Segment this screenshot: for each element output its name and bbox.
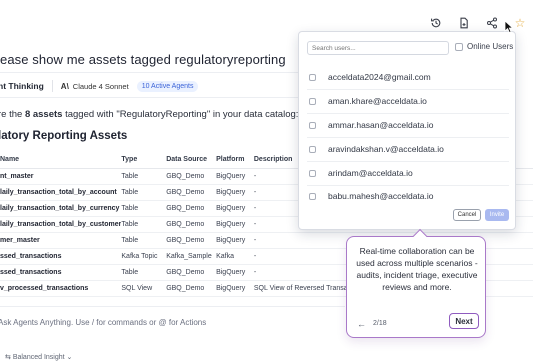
back-arrow-icon[interactable]: ← (357, 319, 366, 329)
cell-name[interactable]: mer_master (0, 232, 122, 249)
cell-platform: BigQuery (216, 216, 254, 233)
cell-platform: BigQuery (216, 168, 254, 185)
thinking-label: nt Thinking (0, 81, 44, 91)
mouse-cursor-icon (504, 20, 514, 34)
divider (0, 97, 300, 98)
online-users-checkbox[interactable] (455, 42, 463, 51)
mode-label: Balanced Insight (12, 354, 65, 361)
intro-count: 8 assets (24, 109, 63, 120)
divider (307, 137, 509, 138)
user-email: acceldata2024@gmail.com (328, 72, 431, 82)
cell-data-source: GBQ_Demo (166, 280, 217, 297)
cell-type: Table (121, 232, 167, 249)
user-option[interactable]: babu.mahesh@acceldata.io (309, 191, 434, 201)
user-option[interactable]: arindam@acceldata.io (309, 168, 413, 178)
user-checkbox[interactable] (309, 192, 316, 200)
section-title: latory Reporting Assets (0, 130, 128, 142)
document-export-icon[interactable] (457, 16, 471, 30)
cell-data-source: GBQ_Demo (166, 216, 217, 233)
invite-button[interactable]: Invite (485, 209, 509, 221)
user-checkbox[interactable] (309, 97, 316, 105)
divider (0, 72, 300, 73)
cell-platform: BigQuery (216, 184, 254, 201)
user-checkbox[interactable] (309, 169, 316, 177)
cell-name[interactable]: ssed_transactions (0, 248, 122, 265)
divider (307, 89, 509, 90)
user-checkbox[interactable] (309, 145, 316, 153)
col-header-name: Name (0, 152, 122, 169)
cell-platform: BigQuery (216, 232, 254, 249)
col-header-type: Type (121, 152, 167, 169)
cell-platform: Kafka (216, 248, 254, 265)
cell-type: Table (121, 168, 167, 185)
answer-intro: re the 8 assets tagged with "RegulatoryR… (0, 109, 298, 120)
user-question: lease show me assets tagged regulatoryre… (0, 52, 286, 67)
intro-prefix: re the (0, 109, 25, 120)
divider (307, 161, 509, 162)
share-users-panel: Online Users acceldata2024@gmail.com ama… (298, 31, 516, 230)
cell-name[interactable]: v_processed_transactions (0, 280, 122, 297)
cell-name[interactable]: laily_transaction_total_by_account (0, 184, 122, 201)
tour-step-counter: 2/18 (373, 320, 387, 327)
cell-name[interactable]: ssed_transactions (0, 264, 122, 281)
search-users-input[interactable] (307, 41, 449, 55)
user-option[interactable]: ammar.hasan@acceldata.io (309, 120, 434, 130)
user-checkbox[interactable] (309, 73, 316, 81)
cell-platform: BigQuery (216, 264, 254, 281)
cell-platform: BigQuery (216, 200, 254, 217)
cell-data-source: GBQ_Demo (166, 264, 217, 281)
mode-selector[interactable]: ⇆ Balanced Insight ⌄ (5, 353, 72, 361)
divider (307, 113, 509, 114)
user-option[interactable]: aravindakshan.v@acceldata.io (309, 144, 444, 154)
cell-name[interactable]: laily_transaction_total_by_customer (0, 216, 122, 233)
col-header-platform: Platform (216, 152, 254, 169)
agent-meta-row: nt Thinking A\ Claude 4 Sonnet 10 Active… (0, 80, 199, 92)
star-icon[interactable]: ☆ (513, 16, 527, 30)
cell-platform: BigQuery (216, 280, 254, 297)
user-email: arindam@acceldata.io (328, 168, 413, 178)
active-agents-badge: 10 Active Agents (136, 80, 199, 92)
cell-type: Table (121, 264, 167, 281)
share-icon[interactable] (485, 16, 499, 30)
ask-input[interactable]: Ask Agents Anything. Use / for commands … (0, 318, 206, 327)
cell-data-source: GBQ_Demo (166, 200, 217, 217)
user-option[interactable]: acceldata2024@gmail.com (309, 72, 431, 82)
tour-message: Real-time collaboration can be used acro… (356, 246, 478, 292)
tour-tooltip: Real-time collaboration can be used acro… (346, 228, 486, 338)
divider (51, 80, 53, 92)
chat-page: ☆ lease show me assets tagged regulatory… (0, 0, 533, 362)
divider (307, 185, 509, 186)
next-button[interactable]: Next (449, 313, 479, 329)
model-chip: A\ Claude 4 Sonnet (61, 82, 129, 91)
online-users-label: Online Users (467, 42, 514, 51)
online-users-toggle[interactable]: Online Users (455, 42, 513, 51)
intro-suffix: tagged with "RegulatoryReporting" in you… (62, 109, 299, 120)
user-email: aman.khare@acceldata.io (328, 96, 427, 106)
cell-type: SQL View (121, 280, 167, 297)
col-header-data-source: Data Source (166, 152, 217, 169)
user-email: ammar.hasan@acceldata.io (328, 120, 434, 130)
divider (0, 306, 345, 307)
user-email: babu.mahesh@acceldata.io (328, 191, 434, 201)
cell-data-source: GBQ_Demo (166, 184, 217, 201)
user-email: aravindakshan.v@acceldata.io (328, 144, 444, 154)
model-name: Claude 4 Sonnet (72, 81, 129, 91)
cell-type: Table (121, 200, 167, 217)
user-option[interactable]: aman.khare@acceldata.io (309, 96, 427, 106)
mode-icon: ⇆ (5, 354, 13, 361)
user-checkbox[interactable] (309, 121, 316, 129)
cell-name[interactable]: nt_master (0, 168, 122, 185)
chevron-down-icon: ⌄ (64, 354, 73, 361)
cancel-button[interactable]: Cancel (453, 209, 481, 221)
cell-type: Table (121, 184, 167, 201)
cell-type: Table (121, 216, 167, 233)
cell-data-source: GBQ_Demo (166, 232, 217, 249)
cell-type: Kafka Topic (121, 248, 167, 265)
cell-data-source: GBQ_Demo (166, 168, 217, 185)
cell-name[interactable]: laily_transaction_total_by_currency (0, 200, 122, 217)
anthropic-logo-icon: A\ (60, 81, 69, 91)
history-icon[interactable] (429, 16, 443, 30)
cell-data-source: Kafka_Sample (166, 248, 217, 265)
